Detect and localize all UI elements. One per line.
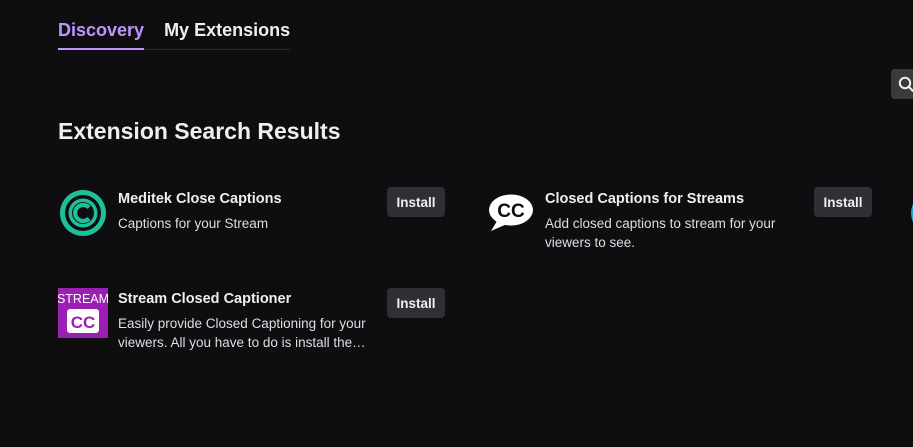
stream-cc-logo: STREAM CC [57,288,109,338]
extension-card[interactable]: Meditek Close Captions Captions for your… [58,188,378,238]
install-button[interactable]: Install [814,187,872,217]
tab-bar: Discovery My Extensions [58,18,291,50]
stream-cc-logo-top-text: STREAM [58,292,108,306]
extension-description: Captions for your Stream [118,216,269,231]
section-title: Extension Search Results [58,118,341,144]
svg-text:CC: CC [497,201,525,222]
extension-description: Add closed captions to stream for your v… [545,216,776,250]
extension-name[interactable]: Closed Captions for Streams [545,190,805,208]
tab-discovery[interactable]: Discovery [58,18,145,50]
stream-cc-logo-bottom-text: CC [71,313,96,332]
extension-description: Easily provide Closed Captioning for you… [118,316,366,350]
cc-speech-bubble-logo: CC [485,188,535,238]
install-button[interactable]: Install [387,187,445,217]
install-button[interactable]: Install [387,288,445,318]
extension-card[interactable]: STREAM CC Stream Closed Captioner Easily… [57,288,378,352]
extension-icon-peek [908,188,913,238]
meditek-cc-logo [58,188,108,238]
extension-name[interactable]: Stream Closed Captioner [118,290,378,308]
search-button[interactable] [891,69,913,99]
extension-card[interactable]: CC Closed Captions for Streams Add close… [485,188,805,252]
search-icon [898,76,913,92]
tab-my-extensions[interactable]: My Extensions [164,18,290,49]
extension-name[interactable]: Meditek Close Captions [118,190,378,208]
